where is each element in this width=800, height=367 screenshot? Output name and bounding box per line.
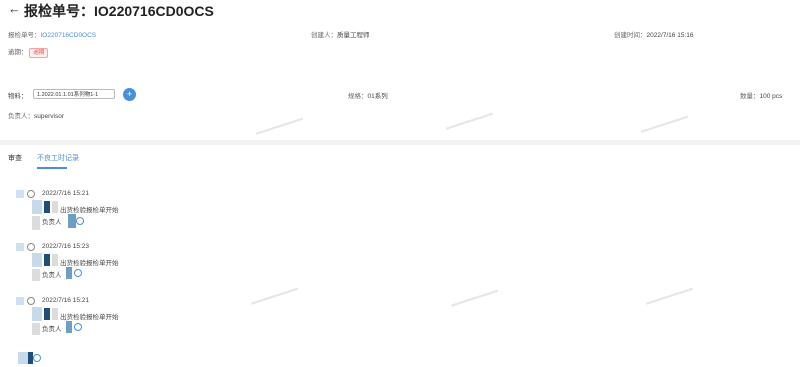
watermark: ▬▬▬▬▬▬▬ — [645, 284, 694, 307]
timeline-checkbox[interactable] — [16, 297, 24, 305]
page-title: 报检单号：IO220716CD0OCS — [24, 3, 214, 19]
order-no-field: 报检单号：IO220716CD0OCS — [8, 29, 96, 39]
timeline-avatar-block — [32, 307, 42, 321]
expand-icon[interactable] — [74, 323, 82, 331]
quantity-field: 数量：100 pcs — [740, 90, 782, 100]
timeline-avatar-block — [32, 269, 40, 281]
timeline-avatar-block — [32, 200, 42, 214]
owner-value: supervisor — [34, 113, 64, 120]
tab-defect-hours[interactable]: 不良工时记录 — [37, 153, 79, 163]
overdue-label: 逾期： — [8, 49, 28, 56]
order-no-label: 报检单号： — [8, 32, 41, 39]
timeline-owner: 负责人 — [42, 219, 62, 226]
watermark: ▬▬▬▬▬▬▬ — [445, 109, 494, 132]
clock-icon — [27, 243, 35, 251]
timeline-avatar-block — [32, 253, 42, 267]
timeline-avatar-block — [44, 308, 50, 320]
created-time-field: 创建时间：2022/7/16 15:16 — [614, 29, 694, 39]
watermark: ▬▬▬▬▬▬▬ — [255, 114, 304, 137]
section-divider — [0, 140, 800, 145]
created-time-label: 创建时间： — [614, 32, 647, 39]
timeline-avatar-block — [44, 201, 50, 213]
spec-field: 规格：01系列 — [348, 90, 388, 100]
creator-label: 创建人： — [311, 32, 337, 39]
material-label: 物料： — [8, 93, 28, 100]
arrow-left-icon[interactable]: ← — [8, 2, 21, 16]
timeline-avatar-block — [32, 216, 40, 230]
timeline-checkbox[interactable] — [16, 243, 24, 251]
tab-active-indicator — [37, 167, 67, 169]
timeline-avatar-block — [66, 267, 72, 279]
created-time-value: 2022/7/16 15:16 — [646, 32, 694, 39]
spec-value: 01系列 — [367, 93, 388, 100]
timeline-avatar-block — [44, 254, 50, 266]
quantity-label: 数量： — [740, 93, 760, 100]
plus-icon[interactable]: + — [123, 88, 136, 101]
watermark: ▬▬▬▬▬▬▬ — [640, 112, 689, 135]
timeline-owner: 负责人 — [42, 272, 62, 279]
timeline-desc: 出货检验报检单开始 — [60, 314, 119, 321]
expand-icon[interactable] — [33, 354, 41, 362]
timeline-avatar-block — [32, 323, 40, 335]
order-no-link[interactable]: IO220716CD0OCS — [41, 32, 97, 39]
owner-label: 负责人： — [8, 113, 34, 120]
expand-icon[interactable] — [74, 269, 82, 277]
timeline-desc: 出货检验报检单开始 — [60, 207, 119, 214]
material-select[interactable]: 1.2022.01.1.01系列物1-1 — [33, 89, 115, 99]
watermark: ▬▬▬▬▬▬▬ — [450, 286, 499, 309]
timeline-time: 2022/7/16 15:21 — [42, 190, 89, 197]
timeline-checkbox[interactable] — [16, 190, 24, 198]
timeline-owner: 负责人 — [42, 326, 62, 333]
watermark: ▬▬▬▬▬▬▬ — [250, 284, 299, 307]
page-header: ← 报检单号：IO220716CD0OCS — [0, 0, 800, 20]
clock-icon — [27, 190, 35, 198]
timeline-avatar-block — [18, 352, 28, 364]
expand-icon[interactable] — [76, 217, 84, 225]
quantity-value: 100 pcs — [759, 93, 783, 100]
timeline-avatar-block — [52, 254, 58, 266]
timeline-avatar-block — [66, 321, 72, 333]
owner-field: 负责人：supervisor — [8, 110, 64, 120]
timeline-time: 2022/7/16 15:23 — [42, 243, 89, 250]
overdue-field: 逾期： 逾期 — [8, 46, 49, 58]
timeline-desc: 出货检验报检单开始 — [60, 260, 119, 267]
spec-label: 规格： — [348, 93, 368, 100]
creator-field: 创建人：质量工程师 — [311, 29, 370, 39]
timeline-avatar-block — [68, 214, 76, 228]
clock-icon — [27, 297, 35, 305]
timeline-avatar-block — [52, 201, 58, 213]
timeline-time: 2022/7/16 15:21 — [42, 297, 89, 304]
timeline-avatar-block — [52, 308, 58, 320]
tab-review[interactable]: 审查 — [8, 153, 22, 163]
creator-value: 质量工程师 — [337, 32, 370, 39]
overdue-badge: 逾期 — [29, 48, 49, 58]
